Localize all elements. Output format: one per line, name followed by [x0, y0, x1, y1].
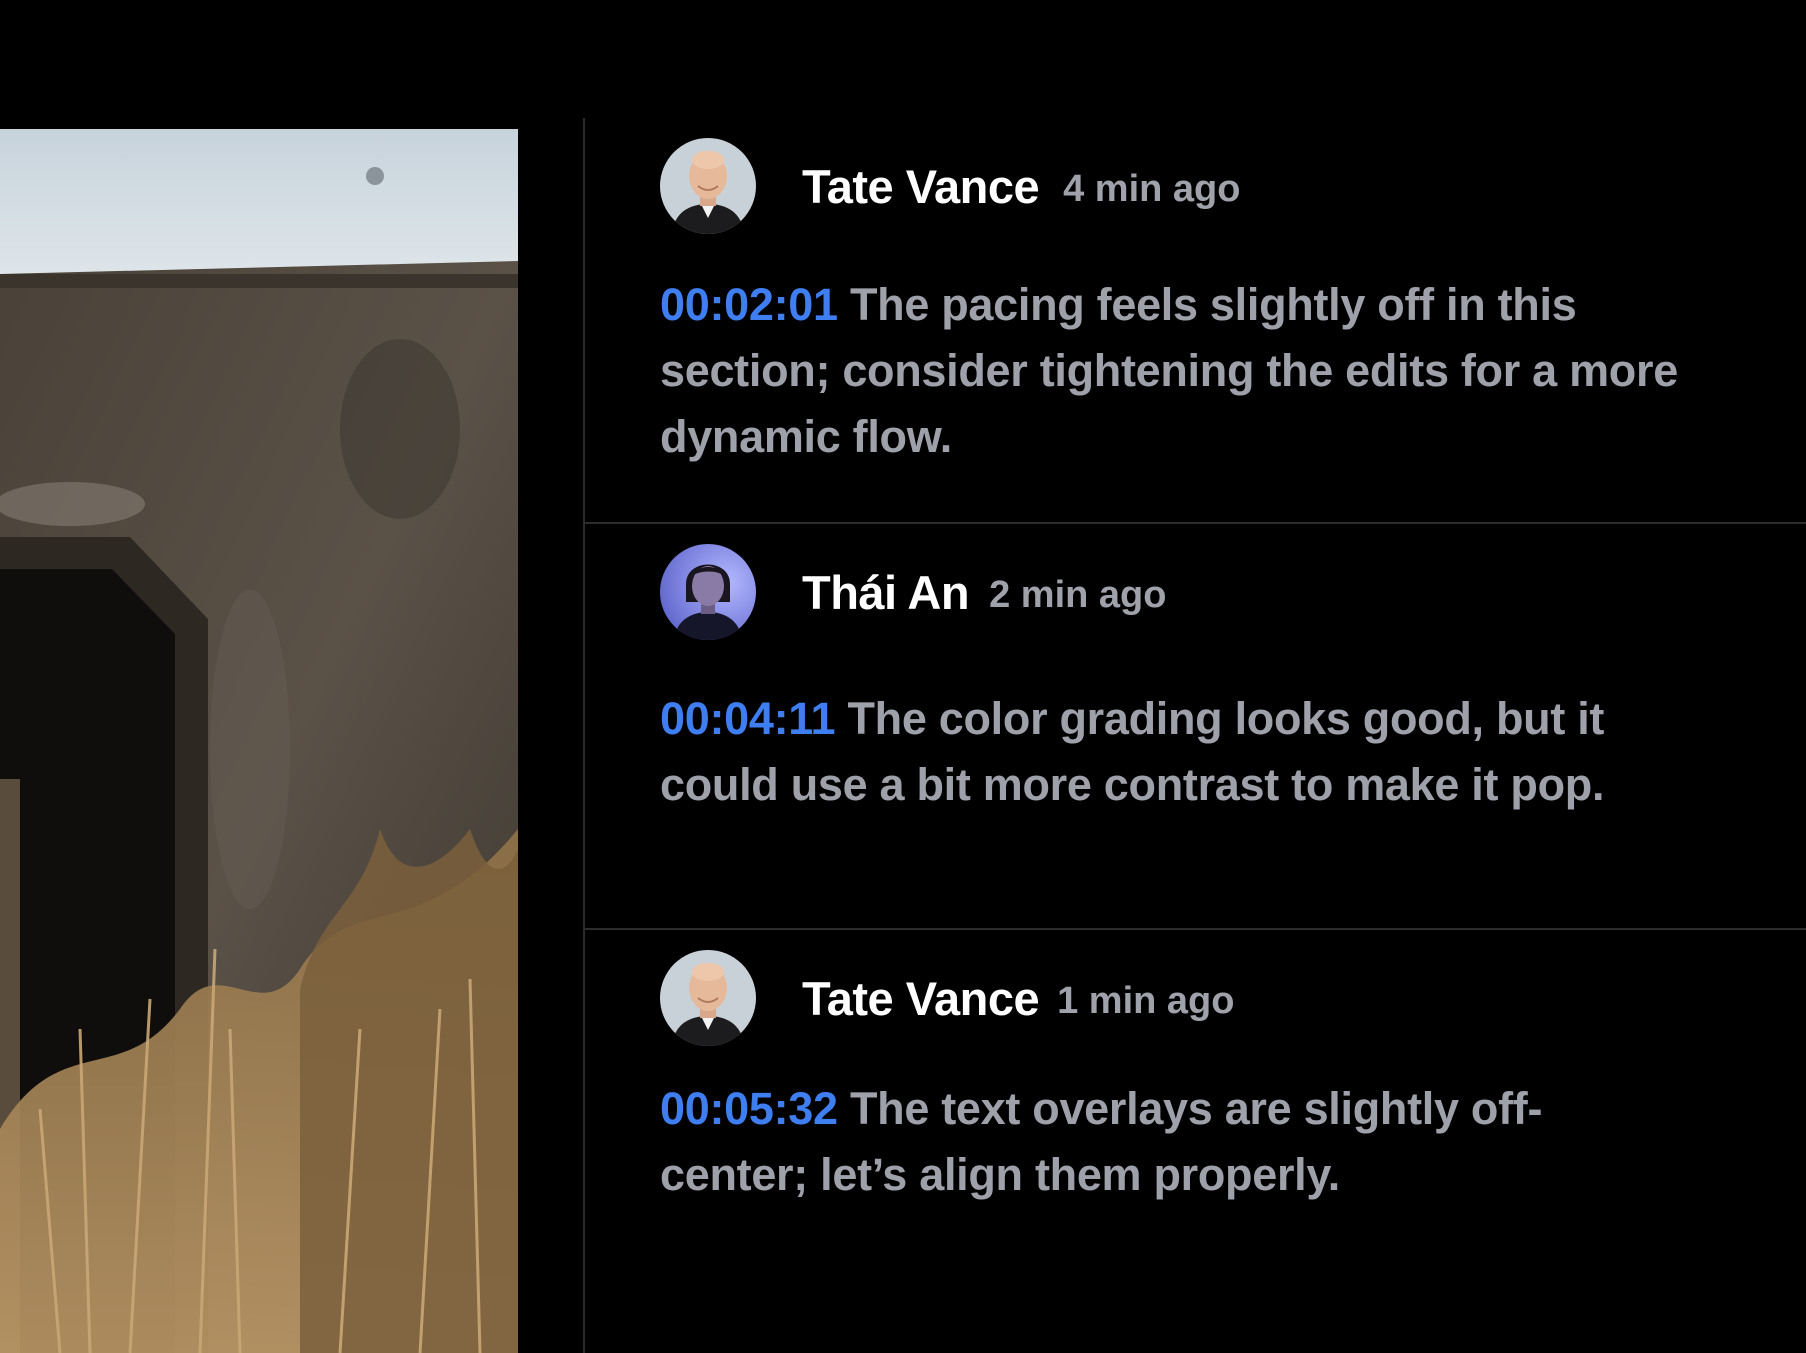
avatar[interactable]	[660, 950, 756, 1046]
comment-body: 00:05:32 The text overlays are slightly …	[660, 1076, 1660, 1208]
review-screen: Tate Vance 4 min ago 00:02:01 The pacing…	[0, 0, 1806, 1353]
comment-header: Tate Vance 4 min ago	[660, 138, 1240, 234]
avatar[interactable]	[660, 138, 756, 234]
comment-body: 00:04:11 The color grading looks good, b…	[660, 686, 1690, 818]
comments-panel: Tate Vance 4 min ago 00:02:01 The pacing…	[583, 118, 1806, 1353]
author-name[interactable]: Thái An	[802, 565, 970, 620]
author-name[interactable]: Tate Vance	[802, 971, 1040, 1026]
concrete-tunnel-image	[0, 129, 518, 1353]
timestamp-link[interactable]: 00:02:01	[660, 279, 838, 330]
bald-man-avatar-icon	[660, 950, 756, 1046]
comment-body: 00:02:01 The pacing feels slightly off i…	[660, 272, 1700, 470]
comment-header: Thái An 2 min ago	[660, 544, 1166, 640]
video-frame-preview[interactable]	[0, 129, 518, 1353]
comment-time: 1 min ago	[1057, 979, 1235, 1022]
comment-item: Tate Vance 4 min ago 00:02:01 The pacing…	[585, 118, 1806, 524]
comment-header: Tate Vance 1 min ago	[660, 950, 1234, 1046]
avatar[interactable]	[660, 544, 756, 640]
comment-item: Thái An 2 min ago 00:04:11 The color gra…	[585, 524, 1806, 930]
woman-avatar-icon	[660, 544, 756, 640]
author-name[interactable]: Tate Vance	[802, 159, 1040, 214]
comment-item: Tate Vance 1 min ago 00:05:32 The text o…	[585, 930, 1806, 1353]
comment-time: 4 min ago	[1063, 167, 1241, 210]
comment-time: 2 min ago	[989, 573, 1167, 616]
bald-man-avatar-icon	[660, 138, 756, 234]
timestamp-link[interactable]: 00:05:32	[660, 1083, 838, 1134]
timestamp-link[interactable]: 00:04:11	[660, 693, 836, 744]
